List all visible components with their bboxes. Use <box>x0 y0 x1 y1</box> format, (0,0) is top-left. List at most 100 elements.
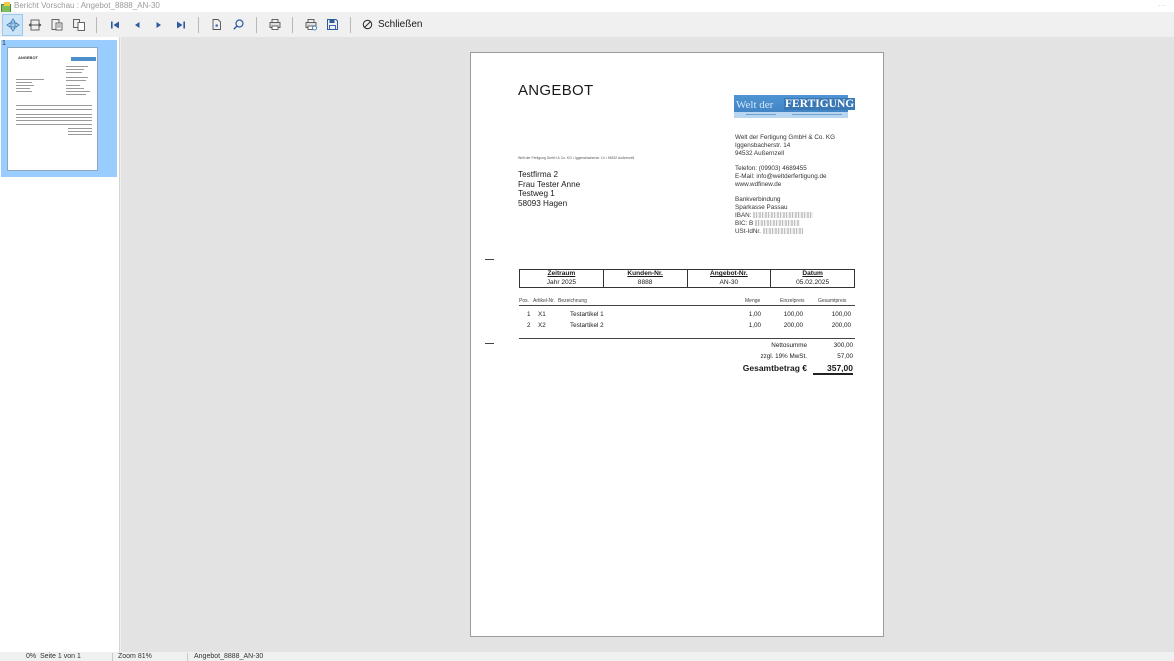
table-row: 1 X1 Testartikel 1 1,00 100,00 100,00 <box>519 311 855 320</box>
vat-value: 57,00 <box>837 353 853 360</box>
vat-label: zzgl. 19% MwSt. <box>760 353 807 360</box>
net-value: 300,00 <box>833 342 853 349</box>
recipient-line: Testfirma 2 <box>518 170 559 179</box>
company-email: E-Mail: info@weltderfertigung.de <box>735 173 827 180</box>
print-icon <box>269 19 280 30</box>
vat-row: zzgl. 19% MwSt. 57,00 <box>701 353 855 363</box>
first-page-button[interactable] <box>104 14 125 36</box>
print-setup-button[interactable] <box>300 14 321 36</box>
move-tool-button[interactable] <box>2 13 23 36</box>
company-street: Iggensbacherstr. 14 <box>735 142 791 149</box>
items-bottom-rule <box>519 338 855 339</box>
window-controls[interactable]: ··· <box>1158 0 1166 12</box>
net-label: Nettosumme <box>771 342 807 349</box>
company-phone: Telefon: (09903) 4689455 <box>735 165 807 172</box>
fold-mark <box>485 343 494 344</box>
logo-text-2: FERTIGUNG <box>784 98 856 110</box>
recipient-line: Testweg 1 <box>518 189 555 198</box>
col-qty: Menge <box>745 298 761 304</box>
iban-row: IBAN: <box>735 212 835 220</box>
status-progress: 0% <box>26 653 37 660</box>
net-total-row: Nettosumme 300,00 <box>701 342 855 352</box>
info-header-offer: Angebot-Nr. <box>686 269 772 279</box>
ust-label: USt-IdNr. <box>735 228 761 235</box>
recipient-line: 58093 Hagen <box>518 198 568 208</box>
save-button[interactable] <box>322 14 343 36</box>
logo-strip <box>734 112 848 118</box>
col-unit-price: Einzelpreis <box>780 298 805 304</box>
redacted-ust <box>762 228 803 235</box>
col-pos: Pos. <box>519 298 530 304</box>
row-qty: 1,00 <box>748 322 761 329</box>
col-total: Gesamtpreis <box>818 298 847 304</box>
thumbnail-page-number: 1 <box>2 40 6 47</box>
move-icon <box>5 17 20 32</box>
status-page: Seite 1 von 1 <box>40 653 81 660</box>
zoom-pages-button[interactable] <box>68 14 89 36</box>
redacted-bic <box>754 220 800 227</box>
col-article: Artikel-Nr. <box>533 298 555 304</box>
report-preview-window: Bericht Vorschau : Angebot_8888_AN-30 ··… <box>0 0 1174 661</box>
toolbar: Schließen <box>0 12 1174 37</box>
last-page-icon <box>176 21 185 28</box>
company-web: www.wdfinew.de <box>735 181 782 188</box>
info-header-customer: Kunden-Nr. <box>602 269 688 279</box>
bank-name: Sparkasse Passau <box>735 204 788 211</box>
items-table-header: Pos. Artikel-Nr. Bezeichnung Menge Einze… <box>519 297 855 306</box>
first-page-icon <box>110 21 119 28</box>
zoom-fit-width-button[interactable] <box>24 14 45 36</box>
info-table-header: Zeitraum Kunden-Nr. Angebot-Nr. Datum <box>519 269 855 279</box>
previous-page-icon <box>134 21 139 28</box>
close-button[interactable]: Schließen <box>362 19 422 30</box>
last-page-button[interactable] <box>170 14 191 36</box>
col-description: Bezeichnung <box>558 298 587 304</box>
preview-area[interactable]: ANGEBOT Welt der FERTIGUNG Welt der Fert… <box>121 37 1174 652</box>
bic-row: BIC: B <box>735 220 835 228</box>
printer-setup-icon <box>305 19 317 31</box>
multi-page-icon <box>72 18 85 31</box>
fold-mark <box>485 259 494 260</box>
info-header-period: Zeitraum <box>519 269 604 279</box>
row-article: X1 <box>538 311 546 318</box>
row-description: Testartikel 1 <box>570 311 604 318</box>
toolbar-separator <box>350 16 351 33</box>
close-icon <box>362 19 373 30</box>
row-unit-price: 200,00 <box>783 322 803 329</box>
row-qty: 1,00 <box>748 311 761 318</box>
info-table: Zeitraum Kunden-Nr. Angebot-Nr. Datum Ja… <box>519 269 855 288</box>
row-total: 100,00 <box>831 311 851 318</box>
page-setup-button[interactable] <box>206 14 227 36</box>
search-button[interactable] <box>228 14 249 36</box>
row-pos: 1 <box>527 311 531 318</box>
bank-heading: Bankverbindung <box>735 196 781 203</box>
save-icon <box>327 19 338 30</box>
row-article: X2 <box>538 322 546 329</box>
grand-total-row: Gesamtbetrag € 357,00 <box>701 363 855 375</box>
info-value-date: 05.02.2025 <box>770 278 855 288</box>
print-button[interactable] <box>264 14 285 36</box>
thumbnail-logo <box>71 57 96 61</box>
page-view-icon <box>51 18 62 30</box>
grand-total-label: Gesamtbetrag € <box>742 363 807 373</box>
zoom-page-button[interactable] <box>46 14 67 36</box>
document-page: ANGEBOT Welt der FERTIGUNG Welt der Fert… <box>470 52 884 637</box>
previous-page-button[interactable] <box>126 14 147 36</box>
toolbar-separator <box>198 16 199 33</box>
thumbnail-panel[interactable]: 1 ANGEBOT <box>0 37 120 652</box>
sender-line: Welt der Fertigung GmbH & Co. KG • Iggen… <box>518 156 635 160</box>
document-title: ANGEBOT <box>518 82 594 99</box>
status-zoom: Zoom 81% <box>112 653 152 661</box>
table-row: 2 X2 Testartikel 2 1,00 200,00 200,00 <box>519 322 855 331</box>
close-button-label: Schließen <box>378 19 423 30</box>
toolbar-separator <box>292 16 293 33</box>
row-pos: 2 <box>527 322 531 329</box>
row-total: 200,00 <box>831 322 851 329</box>
info-value-offer: AN-30 <box>686 278 772 288</box>
company-logo: Welt der FERTIGUNG <box>734 95 856 118</box>
thumbnail-title: ANGEBOT <box>18 55 38 60</box>
row-description: Testartikel 2 <box>570 322 604 329</box>
fit-width-icon <box>28 19 41 30</box>
next-page-button[interactable] <box>148 14 169 36</box>
iban-label: IBAN: <box>735 212 752 219</box>
app-icon <box>1 1 11 13</box>
